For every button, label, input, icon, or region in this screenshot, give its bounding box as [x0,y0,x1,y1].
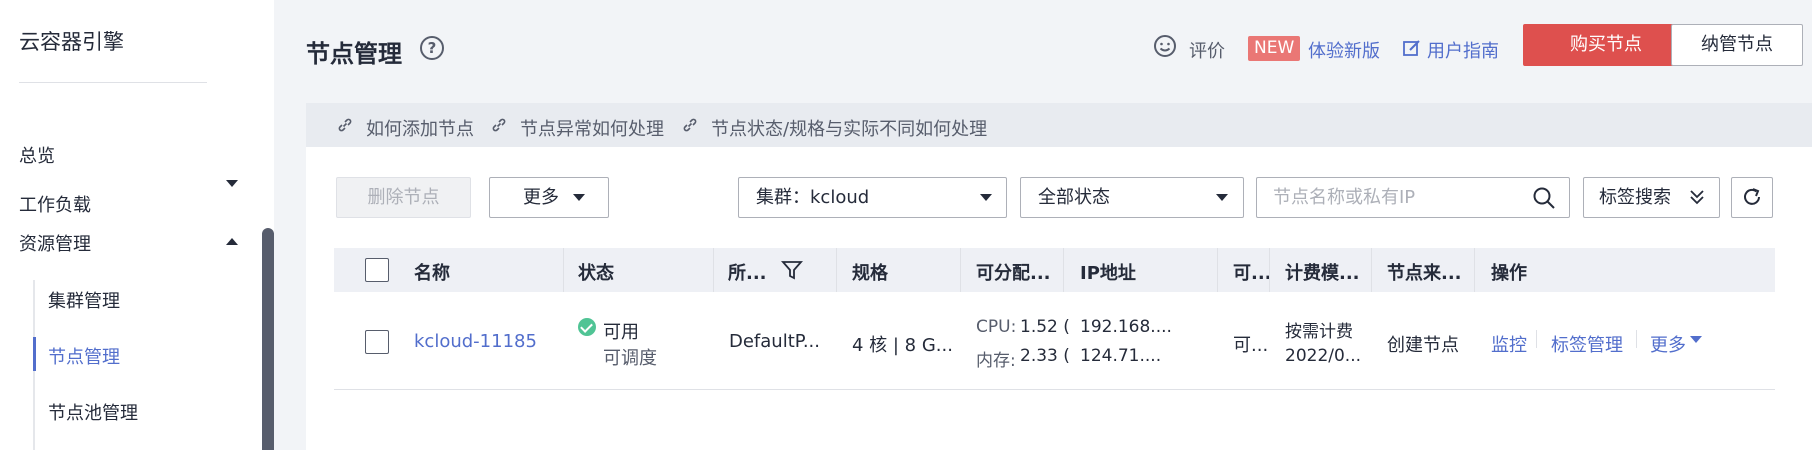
memory-label: 内存: [976,351,1016,371]
sidebar-item-nodepools[interactable]: 节点池管理 [48,399,138,425]
chevron-down-icon[interactable] [226,180,238,187]
manage-node-button[interactable]: 纳管节点 [1671,24,1803,66]
caret-down-icon [573,194,585,201]
nav-item-workloads[interactable]: 工作负载 [19,191,91,217]
node-source: 创建节点 [1387,335,1459,356]
help-link-add-node[interactable]: 如何添加节点 [366,115,474,141]
column-divider [1063,248,1064,292]
nav-item-overview[interactable]: 总览 [19,142,55,168]
smile-icon[interactable] [1153,34,1177,58]
cluster-select-value: 集群：kcloud [756,187,870,208]
page-title: 节点管理 [306,40,402,68]
monitor-link[interactable]: 监控 [1491,331,1527,357]
refresh-icon[interactable] [1741,186,1763,208]
billing-mode: 按需计费 [1285,322,1353,342]
table-header [334,248,1775,292]
double-chevron-down-icon [1690,190,1704,205]
caret-down-icon [980,194,992,201]
public-ip: 124.71.... [1080,346,1162,366]
more-button[interactable]: 更多 [489,177,609,218]
cpu-value: 1.52 ( [1020,317,1070,337]
column-divider [1474,248,1475,292]
column-divider [1371,248,1372,292]
column-header-status[interactable]: 状态 [578,259,614,285]
memory-value: 2.33 ( [1020,346,1070,366]
new-badge: NEW [1248,36,1301,61]
column-divider [1269,248,1270,292]
status-select-value: 全部状态 [1038,187,1110,208]
new-version-link[interactable]: 体验新版 [1308,37,1380,63]
action-divider [1536,330,1537,348]
tag-manage-link[interactable]: 标签管理 [1551,331,1623,357]
select-all-checkbox[interactable] [365,258,389,282]
brand-title: 云容器引擎 [19,30,124,54]
edit-icon [1403,40,1420,56]
link-icon [683,118,697,132]
node-name-link[interactable]: kcloud-11185 [414,331,537,352]
column-header-name[interactable]: 名称 [414,259,450,285]
rate-link[interactable]: 评价 [1189,37,1225,63]
sidebar: 云容器引擎 总览 工作负载 资源管理 集群管理 节点管理 节点池管理 [0,0,274,450]
billing-date: 2022/0... [1285,346,1362,366]
status-ok-icon [578,318,596,336]
more-button-label: 更多 [523,187,559,208]
chevron-up-icon[interactable] [226,238,238,245]
help-link-node-exception[interactable]: 节点异常如何处理 [520,115,664,141]
cluster-select[interactable]: 集群：kcloud [738,177,1007,218]
tag-search-label: 标签搜索 [1599,187,1671,208]
link-icon [338,118,352,132]
availability-zone: 可... [1233,335,1269,356]
node-schedulable: 可调度 [603,348,657,369]
column-header-actions: 操作 [1491,263,1527,284]
node-status: 可用 [603,322,639,343]
filter-icon[interactable] [781,259,803,281]
sidebar-item-nodes[interactable]: 节点管理 [48,343,120,369]
search-icon[interactable] [1532,186,1556,210]
column-divider [713,248,714,292]
caret-down-icon [1216,194,1228,201]
cpu-label: CPU: [976,317,1017,337]
column-divider [960,248,961,292]
delete-node-button[interactable]: 删除节点 [336,177,471,218]
private-ip: 192.168.... [1080,317,1172,337]
user-guide-link[interactable]: 用户指南 [1427,37,1499,63]
table-row-divider [334,389,1775,390]
column-header-allocatable[interactable]: 可分配... [976,259,1051,285]
caret-down-icon [1690,336,1702,343]
link-icon [492,118,506,132]
buy-node-button[interactable]: 购买节点 [1523,24,1689,66]
help-links-bar: 如何添加节点 节点异常如何处理 节点状态/规格与实际不同如何处理 [306,103,1812,147]
search-input[interactable]: 节点名称或私有IP [1256,177,1570,218]
column-divider [1217,248,1218,292]
row-checkbox[interactable] [365,330,389,354]
column-divider [836,248,837,292]
column-divider [563,248,564,292]
active-indicator [33,337,36,371]
column-header-billing[interactable]: 计费模... [1285,259,1360,285]
column-header-spec[interactable]: 规格 [852,259,888,285]
column-header-source[interactable]: 节点来... [1387,259,1462,285]
sidebar-scrollbar[interactable] [262,228,274,450]
node-pool: DefaultP... [729,331,820,352]
column-header-ip[interactable]: IP地址 [1080,259,1136,285]
status-select[interactable]: 全部状态 [1020,177,1244,218]
nav-item-resources[interactable]: 资源管理 [19,230,91,256]
help-link-node-status[interactable]: 节点状态/规格与实际不同如何处理 [711,115,987,141]
sidebar-item-clusters[interactable]: 集群管理 [48,287,120,313]
divider [19,82,207,83]
column-header-pool[interactable]: 所... [728,259,767,285]
node-spec: 4 核 | 8 G... [852,335,953,356]
row-more-link[interactable]: 更多 [1650,331,1686,357]
column-header-az[interactable]: 可... [1233,259,1272,285]
action-divider [1636,330,1637,348]
help-icon[interactable]: ? [420,36,444,60]
